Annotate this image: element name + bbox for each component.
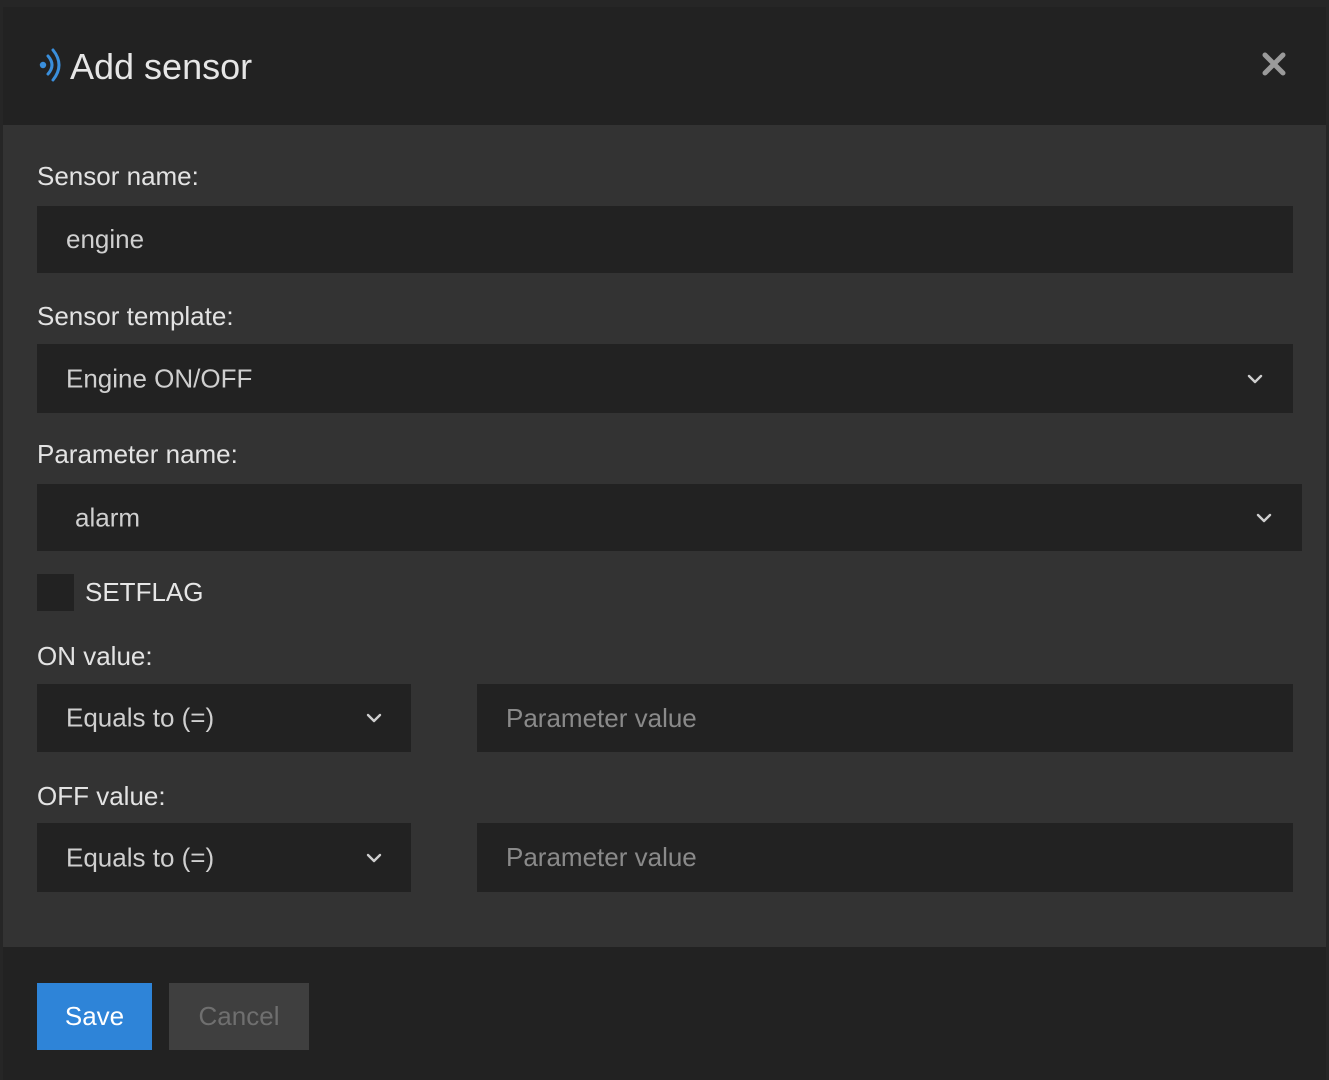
setflag-label: SETFLAG	[85, 577, 204, 607]
off-value-label: OFF value:	[37, 781, 166, 811]
sensor-name-input[interactable]	[37, 206, 1293, 273]
parameter-name-value: alarm	[75, 502, 141, 532]
off-value-operator: Equals to (=)	[66, 842, 215, 872]
chevron-down-icon	[366, 853, 382, 862]
sensor-template-select[interactable]: Engine ON/OFF	[37, 344, 1293, 413]
off-value-input[interactable]	[477, 823, 1293, 892]
sensor-name-label: Sensor name:	[37, 161, 199, 191]
dialog-header: Add sensor	[3, 7, 1326, 125]
on-value-input[interactable]	[477, 684, 1293, 752]
setflag-checkbox[interactable]	[37, 574, 74, 611]
off-value-operator-select[interactable]: Equals to (=)	[37, 823, 411, 892]
parameter-name-label: Parameter name:	[37, 439, 238, 469]
dialog-body: Sensor name: Sensor template: Engine ON/…	[3, 125, 1326, 947]
chevron-down-icon	[1247, 374, 1263, 383]
dialog-title: Add sensor	[70, 46, 253, 87]
sensor-template-label: Sensor template:	[37, 301, 234, 331]
on-value-operator: Equals to (=)	[66, 702, 215, 733]
sensor-signal-icon	[39, 48, 61, 82]
on-value-label: ON value:	[37, 641, 153, 671]
close-button[interactable]	[1257, 47, 1291, 81]
dialog-footer: Save Cancel	[3, 947, 1326, 1080]
chevron-down-icon	[1256, 513, 1272, 522]
cancel-button[interactable]: Cancel	[169, 983, 309, 1050]
close-icon	[1262, 52, 1286, 76]
save-button[interactable]: Save	[37, 983, 152, 1050]
parameter-name-select[interactable]: alarm	[37, 484, 1302, 551]
chevron-down-icon	[366, 713, 382, 723]
add-sensor-dialog: Add sensor Sensor name: Sensor template:…	[3, 7, 1326, 1080]
sensor-template-value: Engine ON/OFF	[66, 363, 253, 393]
on-value-operator-select[interactable]: Equals to (=)	[37, 684, 411, 752]
